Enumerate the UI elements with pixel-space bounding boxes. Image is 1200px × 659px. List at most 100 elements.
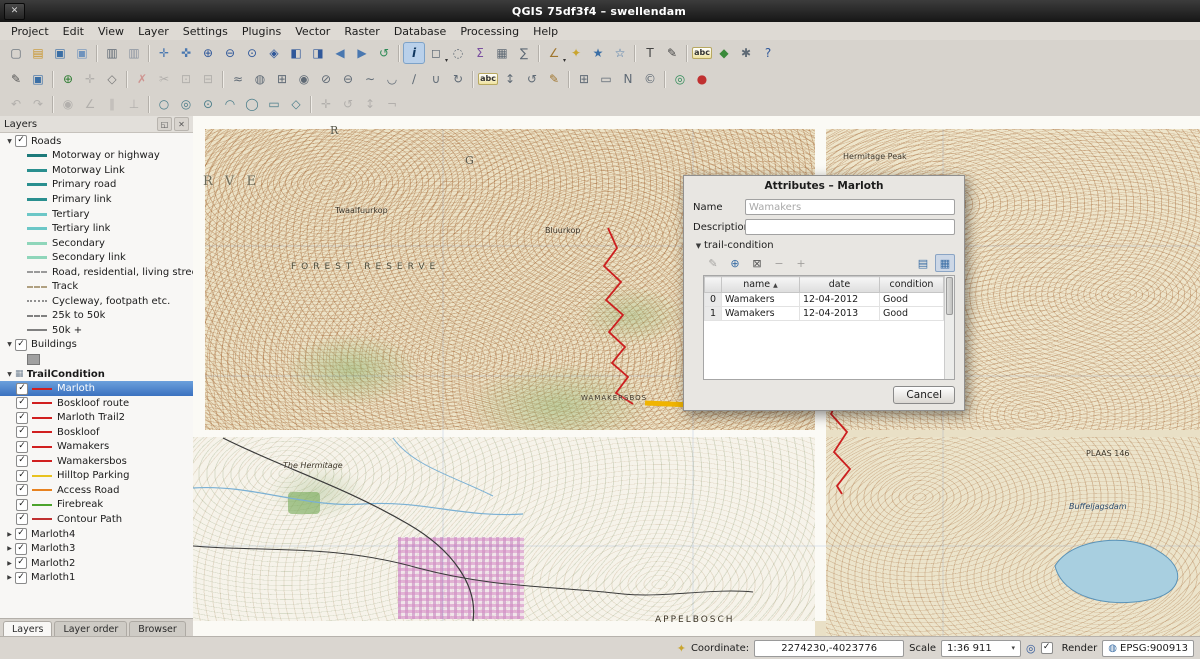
composer-manager-button[interactable]: ▥ (123, 42, 145, 64)
circle-3points-button[interactable]: ◎ (175, 93, 197, 115)
offset-curve-button[interactable]: ◡ (381, 68, 403, 90)
delete-part-button[interactable]: ⊖ (337, 68, 359, 90)
attribute-row[interactable]: 0Wamakers12-04-2012Good (705, 293, 944, 307)
window-close-button[interactable]: ✕ (4, 3, 25, 20)
form-view-button[interactable]: ▤ (913, 254, 933, 272)
regular-polygon-tool-button[interactable]: ◇ (285, 93, 307, 115)
pan-to-selection-button[interactable]: ✜ (175, 42, 197, 64)
save-project-button[interactable]: ▣ (49, 42, 71, 64)
rotate-tool-button[interactable]: ↺ (337, 93, 359, 115)
name-cell[interactable]: Wamakers (722, 307, 800, 321)
expand-arrow-icon[interactable]: ▶ (4, 545, 15, 552)
layer-item-25k-to-50k[interactable]: 25k to 50k (0, 309, 193, 324)
rotate-feature-button[interactable]: ↻ (447, 68, 469, 90)
circle-center-point-button[interactable]: ⊙ (197, 93, 219, 115)
save-project-as-button[interactable]: ▣ (71, 42, 93, 64)
layer-item-motorway-or-highway[interactable]: Motorway or highway (0, 149, 193, 164)
menu-vector[interactable]: Vector (288, 24, 337, 39)
plugin-manager-button[interactable]: ◆ (713, 42, 735, 64)
delete-selected-button[interactable]: ✗ (131, 68, 153, 90)
menu-processing[interactable]: Processing (453, 24, 526, 39)
layer-group-trailcondition[interactable]: ▼▦TrailCondition (0, 367, 193, 382)
table-view-button[interactable]: ▦ (935, 254, 955, 272)
description-field[interactable] (745, 219, 955, 235)
panel-tab-browser[interactable]: Browser (129, 621, 186, 637)
expand-arrow-icon[interactable]: ▶ (4, 574, 15, 581)
layer-checkbox[interactable]: ✓ (16, 383, 28, 395)
reshape-features-button[interactable]: ∼ (359, 68, 381, 90)
child-delete-feature-button[interactable]: ⊠ (747, 254, 767, 272)
scale-dropdown-icon[interactable]: ▾ (1012, 644, 1016, 652)
new-bookmark-button[interactable]: ★ (587, 42, 609, 64)
table-scrollbar[interactable] (944, 276, 954, 379)
layer-item-secondary-link[interactable]: Secondary link (0, 250, 193, 265)
name-column-header[interactable]: name▲ (722, 277, 800, 293)
menu-help[interactable]: Help (526, 24, 565, 39)
refresh-map-button[interactable]: ↺ (373, 42, 395, 64)
layer-group-marloth4[interactable]: ▶✓Marloth4 (0, 527, 193, 542)
parallel-constraint-button[interactable]: ∥ (101, 93, 123, 115)
layer-item-access-road[interactable]: ✓Access Road (0, 483, 193, 498)
expand-arrow-icon[interactable]: ▼ (4, 371, 15, 378)
pan-map-button[interactable]: ✛ (153, 42, 175, 64)
help-contents-button[interactable]: ? (757, 42, 779, 64)
collapse-arrow-icon[interactable]: ▼ (693, 242, 704, 250)
layer-checkbox[interactable]: ✓ (16, 397, 28, 409)
layer-item-50k[interactable]: 50k + (0, 323, 193, 338)
menu-project[interactable]: Project (4, 24, 56, 39)
child-toggle-editing-button[interactable]: ✎ (703, 254, 723, 272)
redo-button[interactable]: ↷ (27, 93, 49, 115)
toggle-editing-button[interactable]: ✎ (5, 68, 27, 90)
layer-checkbox[interactable]: ✓ (15, 339, 27, 351)
layer-checkbox[interactable]: ✓ (16, 441, 28, 453)
log-messages-icon[interactable]: ✦ (677, 642, 686, 655)
add-ring-button[interactable]: ◍ (249, 68, 271, 90)
zoom-last-button[interactable]: ◀ (329, 42, 351, 64)
add-part-button[interactable]: ⊞ (271, 68, 293, 90)
expand-arrow-icon[interactable]: ▼ (4, 138, 15, 145)
layer-group-marloth2[interactable]: ▶✓Marloth2 (0, 556, 193, 571)
trail-condition-section-header[interactable]: ▼ trail-condition (693, 240, 955, 251)
split-features-button[interactable]: ∕ (403, 68, 425, 90)
date-cell[interactable]: 12-04-2013 (800, 307, 880, 321)
magnifier-icon[interactable]: ◎ (1026, 642, 1036, 655)
decoration-copyright-button[interactable]: © (639, 68, 661, 90)
layer-item-boskloof-route[interactable]: ✓Boskloof route (0, 396, 193, 411)
select-by-expression-button[interactable]: Σ (469, 42, 491, 64)
layer-item-tertiary[interactable]: Tertiary (0, 207, 193, 222)
construction-mode-button[interactable]: ∠ (79, 93, 101, 115)
menu-layer[interactable]: Layer (131, 24, 176, 39)
field-calculator-button[interactable]: ∑ (513, 42, 535, 64)
name-field[interactable] (745, 199, 955, 215)
link-feature-button[interactable]: + (791, 254, 811, 272)
date-column-header[interactable]: date (800, 277, 880, 293)
scale-tool-button[interactable]: ↕ (359, 93, 381, 115)
decoration-scalebar-button[interactable]: ▭ (595, 68, 617, 90)
close-panel-icon[interactable]: ✕ (174, 117, 189, 131)
layer-item-motorway-link[interactable]: Motorway Link (0, 163, 193, 178)
zoom-full-button[interactable]: ◈ (263, 42, 285, 64)
layer-checkbox[interactable]: ✓ (16, 499, 28, 511)
date-cell[interactable]: 12-04-2012 (800, 293, 880, 307)
arc-tool-button[interactable]: ◠ (219, 93, 241, 115)
select-features-button[interactable]: ◻▾ (425, 42, 447, 64)
show-bookmarks-button[interactable]: ☆ (609, 42, 631, 64)
layer-item-wamakersbos[interactable]: ✓Wamakersbos (0, 454, 193, 469)
add-feature-button[interactable]: ⊕ (57, 68, 79, 90)
zoom-to-layer-button[interactable]: ◨ (307, 42, 329, 64)
condition-cell[interactable]: Good (880, 293, 944, 307)
label-toolbar-button[interactable]: abc (477, 68, 499, 90)
name-cell[interactable]: Wamakers (722, 293, 800, 307)
layer-item-marloth-trail2[interactable]: ✓Marloth Trail2 (0, 410, 193, 425)
measure-button[interactable]: ∠▾ (543, 42, 565, 64)
layer-group-marloth1[interactable]: ▶✓Marloth1 (0, 570, 193, 585)
layer-item-contour-path[interactable]: ✓Contour Path (0, 512, 193, 527)
label-properties-button[interactable]: ✎ (543, 68, 565, 90)
cancel-button[interactable]: Cancel (893, 386, 955, 404)
layer-checkbox[interactable]: ✓ (15, 572, 27, 584)
condition-column-header[interactable]: condition (880, 277, 944, 293)
scrollbar-thumb[interactable] (946, 277, 953, 315)
layer-checkbox[interactable]: ✓ (16, 426, 28, 438)
layer-item-marloth[interactable]: ✓Marloth (0, 381, 193, 396)
menu-edit[interactable]: Edit (56, 24, 91, 39)
